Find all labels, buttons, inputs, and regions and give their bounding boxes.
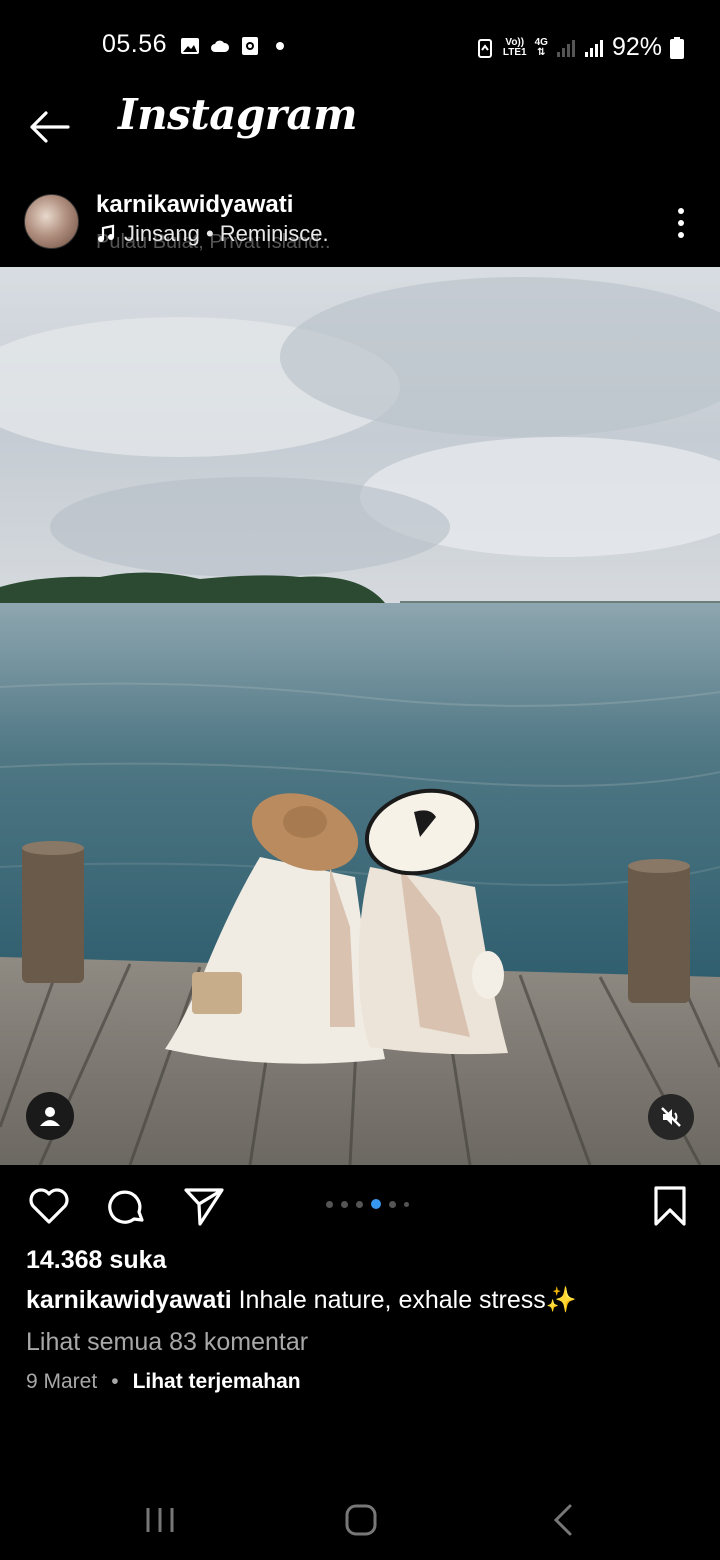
post-header: karnikawidyawati Pulau Bulat, Privat Isl…	[0, 185, 720, 265]
media-icon	[242, 37, 258, 55]
signal-icon	[556, 39, 575, 57]
status-icons-right: Vo)) LTE1 4G ⇅ 92%	[475, 33, 684, 62]
recent-apps-icon[interactable]	[140, 1502, 180, 1538]
more-options-icon[interactable]	[674, 207, 688, 239]
post-actions	[0, 1180, 720, 1236]
carousel-dot	[389, 1200, 396, 1208]
cloud-icon	[211, 40, 230, 52]
status-time: 05.56	[102, 30, 168, 58]
likes-count[interactable]: 14.368 suka	[26, 1246, 166, 1275]
gallery-icon	[181, 38, 199, 54]
battery-icon	[670, 36, 684, 59]
carousel-indicator	[326, 1199, 409, 1209]
system-nav-bar	[0, 1480, 720, 1560]
battery-saver-icon	[477, 38, 492, 58]
meta-separator: •	[111, 1370, 119, 1393]
back-nav-icon[interactable]	[544, 1502, 584, 1538]
mute-button[interactable]	[648, 1094, 694, 1140]
post-photo[interactable]	[0, 267, 720, 1165]
status-icons-left	[180, 36, 284, 56]
caption-text: Inhale nature, exhale stress✨	[231, 1286, 577, 1314]
post-date: 9 Maret	[26, 1370, 98, 1393]
top-bar: Instagram	[0, 90, 720, 170]
post-image	[0, 267, 720, 1165]
home-icon[interactable]	[341, 1502, 381, 1538]
post-music[interactable]: Jinsang • Reminisce.	[96, 221, 329, 247]
carousel-dot	[404, 1201, 409, 1207]
carousel-dot	[326, 1200, 333, 1208]
back-arrow-icon[interactable]	[28, 110, 70, 144]
bookmark-icon[interactable]	[648, 1184, 692, 1228]
caption-username[interactable]: karnikawidyawati	[26, 1286, 232, 1314]
4g-icon: 4G ⇅	[534, 36, 548, 58]
tagged-users-button[interactable]	[26, 1092, 74, 1140]
person-icon	[40, 1107, 60, 1126]
battery-percent: 92%	[611, 33, 662, 61]
comment-icon[interactable]	[104, 1184, 148, 1228]
music-note-icon	[98, 224, 115, 242]
music-label: Jinsang • Reminisce.	[124, 221, 329, 246]
carousel-dot	[356, 1200, 363, 1208]
volte-icon: Vo)) LTE1	[502, 36, 527, 58]
translate-link[interactable]: Lihat terjemahan	[133, 1370, 301, 1394]
instagram-logo: Instagram	[118, 90, 358, 139]
share-icon[interactable]	[182, 1184, 226, 1228]
signal-icon	[584, 39, 603, 57]
carousel-dot	[341, 1200, 348, 1208]
caption: karnikawidyawati Inhale nature, exhale s…	[26, 1286, 577, 1315]
notification-dot	[276, 42, 284, 50]
carousel-dot-active	[371, 1199, 381, 1209]
speaker-muted-icon	[661, 1107, 681, 1127]
heart-icon[interactable]	[27, 1184, 71, 1228]
view-comments-link[interactable]: Lihat semua 83 komentar	[26, 1328, 308, 1357]
post-username[interactable]: karnikawidyawati	[96, 191, 293, 219]
avatar[interactable]	[24, 194, 79, 249]
status-bar: 05.56 Vo)) LTE1 4G ⇅ 92%	[0, 0, 720, 90]
post-meta: 9 Maret • Lihat terjemahan	[26, 1370, 301, 1394]
